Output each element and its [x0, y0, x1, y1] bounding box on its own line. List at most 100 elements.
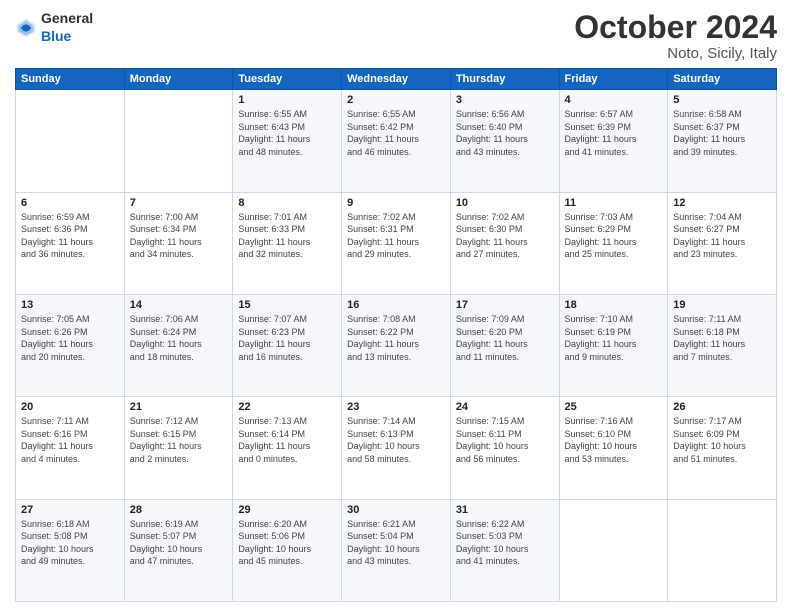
day-info: Sunrise: 7:17 AM Sunset: 6:09 PM Dayligh…	[673, 415, 771, 465]
day-number: 7	[130, 197, 228, 209]
logo: General Blue	[15, 10, 93, 46]
day-info: Sunrise: 7:11 AM Sunset: 6:16 PM Dayligh…	[21, 415, 119, 465]
day-info: Sunrise: 7:16 AM Sunset: 6:10 PM Dayligh…	[565, 415, 663, 465]
day-info: Sunrise: 7:00 AM Sunset: 6:34 PM Dayligh…	[130, 211, 228, 261]
day-number: 15	[238, 299, 336, 311]
calendar-cell: 25 Sunrise: 7:16 AM Sunset: 6:10 PM Dayli…	[559, 397, 668, 499]
day-info: Sunrise: 7:12 AM Sunset: 6:15 PM Dayligh…	[130, 415, 228, 465]
calendar-cell	[16, 90, 125, 192]
calendar-cell: 17 Sunrise: 7:09 AM Sunset: 6:20 PM Dayli…	[450, 294, 559, 396]
day-info: Sunrise: 6:59 AM Sunset: 6:36 PM Dayligh…	[21, 211, 119, 261]
calendar-week-2: 13 Sunrise: 7:05 AM Sunset: 6:26 PM Dayli…	[16, 294, 777, 396]
page: General Blue October 2024 Noto, Sicily, …	[0, 0, 792, 612]
calendar-cell: 13 Sunrise: 7:05 AM Sunset: 6:26 PM Dayli…	[16, 294, 125, 396]
header: General Blue October 2024 Noto, Sicily, …	[15, 10, 777, 62]
day-info: Sunrise: 7:10 AM Sunset: 6:19 PM Dayligh…	[565, 313, 663, 363]
day-info: Sunrise: 6:20 AM Sunset: 5:06 PM Dayligh…	[238, 518, 336, 568]
calendar-week-4: 27 Sunrise: 6:18 AM Sunset: 5:08 PM Dayli…	[16, 499, 777, 601]
day-info: Sunrise: 7:13 AM Sunset: 6:14 PM Dayligh…	[238, 415, 336, 465]
day-info: Sunrise: 6:57 AM Sunset: 6:39 PM Dayligh…	[565, 108, 663, 158]
day-number: 14	[130, 299, 228, 311]
calendar-cell: 15Sunrise: 7:07 AM Sunset: 6:23 PM Dayli…	[233, 294, 342, 396]
col-tuesday: Tuesday	[233, 69, 342, 90]
calendar-cell: 24Sunrise: 7:15 AM Sunset: 6:11 PM Dayli…	[450, 397, 559, 499]
col-sunday: Sunday	[16, 69, 125, 90]
day-info: Sunrise: 7:09 AM Sunset: 6:20 PM Dayligh…	[456, 313, 554, 363]
calendar-week-3: 20Sunrise: 7:11 AM Sunset: 6:16 PM Dayli…	[16, 397, 777, 499]
day-info: Sunrise: 7:06 AM Sunset: 6:24 PM Dayligh…	[130, 313, 228, 363]
day-number: 11	[565, 197, 663, 209]
day-number: 10	[456, 197, 554, 209]
calendar-cell: 26 Sunrise: 7:17 AM Sunset: 6:09 PM Dayli…	[668, 397, 777, 499]
day-number: 26	[673, 401, 771, 413]
calendar-cell: 30Sunrise: 6:21 AM Sunset: 5:04 PM Dayli…	[342, 499, 451, 601]
day-number: 21	[130, 401, 228, 413]
day-number: 6	[21, 197, 119, 209]
day-info: Sunrise: 7:05 AM Sunset: 6:26 PM Dayligh…	[21, 313, 119, 363]
calendar-cell: 11 Sunrise: 7:03 AM Sunset: 6:29 PM Dayli…	[559, 192, 668, 294]
day-number: 22	[238, 401, 336, 413]
day-info: Sunrise: 7:08 AM Sunset: 6:22 PM Dayligh…	[347, 313, 445, 363]
day-info: Sunrise: 7:11 AM Sunset: 6:18 PM Dayligh…	[673, 313, 771, 363]
day-number: 9	[347, 197, 445, 209]
day-number: 8	[238, 197, 336, 209]
calendar-cell: 27 Sunrise: 6:18 AM Sunset: 5:08 PM Dayli…	[16, 499, 125, 601]
calendar-cell: 21 Sunrise: 7:12 AM Sunset: 6:15 PM Dayli…	[124, 397, 233, 499]
day-number: 31	[456, 504, 554, 516]
calendar-week-0: 1 Sunrise: 6:55 AM Sunset: 6:43 PM Daylig…	[16, 90, 777, 192]
day-number: 17	[456, 299, 554, 311]
day-info: Sunrise: 6:55 AM Sunset: 6:43 PM Dayligh…	[238, 108, 336, 158]
logo-words: General Blue	[41, 10, 93, 46]
header-row: Sunday Monday Tuesday Wednesday Thursday…	[16, 69, 777, 90]
calendar-location: Noto, Sicily, Italy	[574, 45, 777, 62]
logo-icon	[15, 17, 37, 39]
calendar-cell: 2Sunrise: 6:55 AM Sunset: 6:42 PM Daylig…	[342, 90, 451, 192]
col-wednesday: Wednesday	[342, 69, 451, 90]
logo-general: General	[41, 10, 93, 28]
calendar-cell: 3Sunrise: 6:56 AM Sunset: 6:40 PM Daylig…	[450, 90, 559, 192]
title-block: October 2024 Noto, Sicily, Italy	[574, 10, 777, 62]
logo-blue-text: Blue	[41, 28, 93, 46]
calendar-cell: 1 Sunrise: 6:55 AM Sunset: 6:43 PM Daylig…	[233, 90, 342, 192]
col-monday: Monday	[124, 69, 233, 90]
day-info: Sunrise: 7:02 AM Sunset: 6:30 PM Dayligh…	[456, 211, 554, 261]
day-number: 30	[347, 504, 445, 516]
day-number: 29	[238, 504, 336, 516]
day-number: 13	[21, 299, 119, 311]
day-info: Sunrise: 7:01 AM Sunset: 6:33 PM Dayligh…	[238, 211, 336, 261]
day-number: 18	[565, 299, 663, 311]
calendar-cell: 6 Sunrise: 6:59 AM Sunset: 6:36 PM Daylig…	[16, 192, 125, 294]
col-friday: Friday	[559, 69, 668, 90]
day-number: 24	[456, 401, 554, 413]
day-number: 19	[673, 299, 771, 311]
calendar-cell: 28 Sunrise: 6:19 AM Sunset: 5:07 PM Dayli…	[124, 499, 233, 601]
calendar-cell	[668, 499, 777, 601]
col-thursday: Thursday	[450, 69, 559, 90]
calendar-cell: 4 Sunrise: 6:57 AM Sunset: 6:39 PM Daylig…	[559, 90, 668, 192]
day-number: 28	[130, 504, 228, 516]
day-info: Sunrise: 6:19 AM Sunset: 5:07 PM Dayligh…	[130, 518, 228, 568]
calendar-cell: 19 Sunrise: 7:11 AM Sunset: 6:18 PM Dayli…	[668, 294, 777, 396]
day-info: Sunrise: 6:58 AM Sunset: 6:37 PM Dayligh…	[673, 108, 771, 158]
calendar-cell: 14 Sunrise: 7:06 AM Sunset: 6:24 PM Dayli…	[124, 294, 233, 396]
calendar-cell	[124, 90, 233, 192]
calendar-cell: 22 Sunrise: 7:13 AM Sunset: 6:14 PM Dayli…	[233, 397, 342, 499]
calendar-cell: 23Sunrise: 7:14 AM Sunset: 6:13 PM Dayli…	[342, 397, 451, 499]
day-info: Sunrise: 7:03 AM Sunset: 6:29 PM Dayligh…	[565, 211, 663, 261]
day-info: Sunrise: 6:18 AM Sunset: 5:08 PM Dayligh…	[21, 518, 119, 568]
calendar-cell	[559, 499, 668, 601]
calendar-week-1: 6 Sunrise: 6:59 AM Sunset: 6:36 PM Daylig…	[16, 192, 777, 294]
calendar-cell: 8 Sunrise: 7:01 AM Sunset: 6:33 PM Daylig…	[233, 192, 342, 294]
day-info: Sunrise: 6:55 AM Sunset: 6:42 PM Dayligh…	[347, 108, 445, 158]
day-number: 4	[565, 94, 663, 106]
day-number: 27	[21, 504, 119, 516]
day-info: Sunrise: 6:56 AM Sunset: 6:40 PM Dayligh…	[456, 108, 554, 158]
day-number: 1	[238, 94, 336, 106]
day-info: Sunrise: 7:14 AM Sunset: 6:13 PM Dayligh…	[347, 415, 445, 465]
calendar-cell: 29 Sunrise: 6:20 AM Sunset: 5:06 PM Dayli…	[233, 499, 342, 601]
calendar-cell: 20Sunrise: 7:11 AM Sunset: 6:16 PM Dayli…	[16, 397, 125, 499]
day-number: 25	[565, 401, 663, 413]
calendar-cell: 18 Sunrise: 7:10 AM Sunset: 6:19 PM Dayli…	[559, 294, 668, 396]
col-saturday: Saturday	[668, 69, 777, 90]
calendar-cell: 16Sunrise: 7:08 AM Sunset: 6:22 PM Dayli…	[342, 294, 451, 396]
